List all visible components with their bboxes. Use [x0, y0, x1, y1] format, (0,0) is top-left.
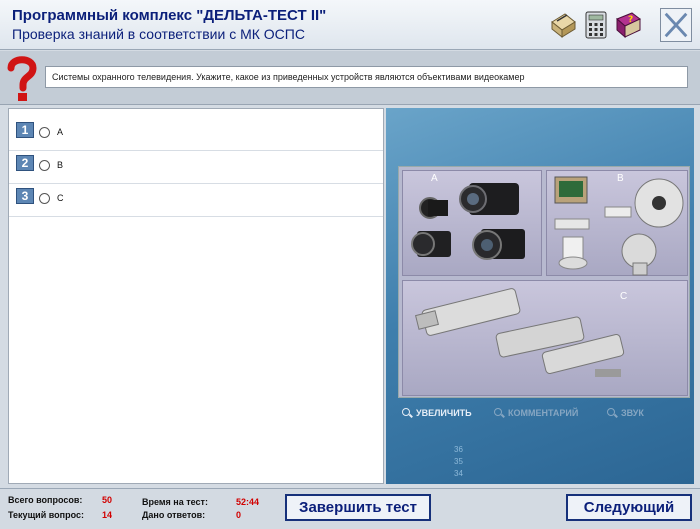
answer-radio[interactable] [39, 193, 50, 204]
time-value: 52:44 [236, 497, 260, 507]
answered-value: 0 [236, 510, 242, 520]
answer-label: C [57, 193, 64, 203]
answer-number: 2 [16, 155, 34, 171]
answer-number: 3 [16, 188, 34, 204]
next-button[interactable]: Следующий [566, 494, 692, 521]
cell-c-letter: C [620, 291, 628, 302]
answer-option[interactable]: 2 B [9, 152, 383, 184]
cell-c: C [402, 280, 688, 396]
sound-button[interactable]: ЗВУК [603, 404, 673, 422]
answer-radio[interactable] [39, 127, 50, 138]
panel-numbers: 36 35 34 [454, 444, 463, 480]
answer-label: A [57, 127, 64, 137]
illustration-panel: A B C УВЕЛИЧИТЬ КОММЕНТАРИЙ ЗВУК 36 35 3… [386, 108, 694, 484]
current-question-value: 14 [102, 510, 113, 520]
calculator-icon[interactable] [582, 10, 610, 40]
answers-panel: 1 A 2 B 3 C [8, 108, 384, 484]
panel-number: 34 [454, 469, 463, 478]
cell-b-letter: B [617, 173, 624, 184]
cell-b: B [546, 170, 688, 276]
answer-label: B [57, 160, 64, 170]
magnifier-icon [494, 408, 502, 416]
brackets-image [554, 176, 684, 276]
finish-test-button[interactable]: Завершить тест [285, 494, 431, 521]
app-header: Программный комплекс "ДЕЛЬТА-ТЕСТ II" Пр… [0, 0, 700, 50]
answer-option[interactable]: 3 C [9, 185, 383, 217]
notes-icon[interactable] [549, 10, 577, 40]
total-questions-label: Всего вопросов: [8, 495, 83, 505]
devices-photo: A B C [398, 166, 690, 398]
comment-button[interactable]: КОММЕНТАРИЙ [490, 404, 600, 422]
question-text: Системы охранного телевидения. Укажите, … [45, 66, 688, 88]
answer-radio[interactable] [39, 160, 50, 171]
question-mark-icon [6, 55, 38, 103]
zoom-button[interactable]: УВЕЛИЧИТЬ [398, 404, 486, 422]
close-button[interactable] [660, 8, 692, 42]
housings-image [414, 288, 625, 377]
app-subtitle: Проверка знаний в соответствии с МК ОСПС [12, 26, 305, 42]
panel-number: 35 [454, 457, 463, 466]
lenses-image [411, 183, 525, 260]
cell-a-letter: A [431, 173, 438, 184]
svg-text:?: ? [628, 15, 633, 25]
status-footer: Всего вопросов: 50 Текущий вопрос: 14 Вр… [0, 488, 700, 529]
question-bar: Системы охранного телевидения. Укажите, … [0, 51, 700, 105]
close-icon [664, 12, 688, 38]
answer-option[interactable]: 1 A [9, 119, 383, 151]
answer-number: 1 [16, 122, 34, 138]
current-question-label: Текущий вопрос: [8, 510, 84, 520]
cell-a: A [402, 170, 542, 276]
media-bar: УВЕЛИЧИТЬ КОММЕНТАРИЙ ЗВУК [398, 404, 690, 422]
sound-label: ЗВУК [621, 408, 644, 418]
time-label: Время на тест: [142, 497, 208, 507]
answered-label: Дано ответов: [142, 510, 206, 520]
app-title: Программный комплекс "ДЕЛЬТА-ТЕСТ II" [12, 7, 327, 24]
help-book-icon[interactable]: ? [614, 10, 642, 40]
total-questions-value: 50 [102, 495, 113, 505]
magnifier-icon [607, 408, 615, 416]
zoom-label: УВЕЛИЧИТЬ [416, 408, 472, 418]
comment-label: КОММЕНТАРИЙ [508, 408, 579, 418]
magnifier-icon [402, 408, 410, 416]
panel-number: 36 [454, 445, 463, 454]
